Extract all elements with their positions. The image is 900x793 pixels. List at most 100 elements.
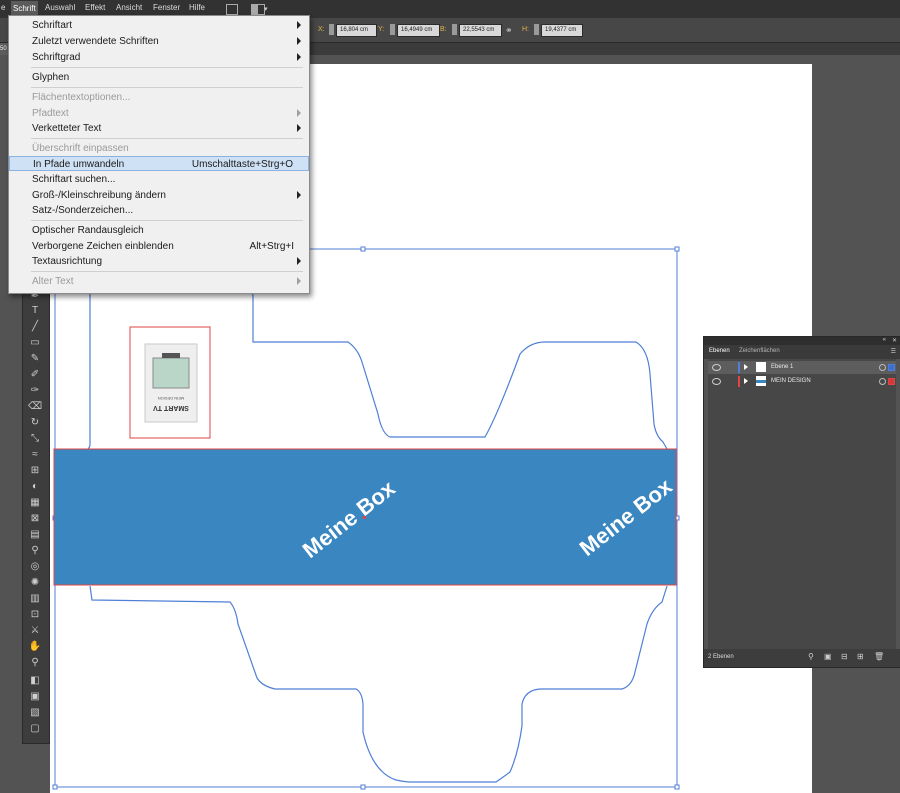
menu-item-verketteter-text[interactable]: Verketteter Text — [9, 121, 309, 136]
h-spinner[interactable] — [534, 24, 539, 35]
clipping-mask-icon[interactable]: ▣ — [824, 653, 832, 661]
x-label: X: — [318, 26, 325, 33]
eyedropper-tool-icon[interactable]: ⚲ — [28, 544, 42, 557]
x-field[interactable]: 16,804 cm — [336, 24, 377, 37]
menu-auswahl[interactable]: Auswahl — [45, 3, 75, 12]
layer-name[interactable]: Ebene 1 — [771, 364, 793, 370]
menu-item-optischer-randausgleich[interactable]: Optischer Randausgleich — [9, 223, 309, 238]
artboard-tool-icon[interactable]: ⊡ — [28, 608, 42, 621]
expand-arrow-icon[interactable] — [744, 378, 748, 384]
w-field[interactable]: 22,5543 cm — [459, 24, 502, 37]
gradient-tool-icon[interactable]: ▤ — [28, 528, 42, 541]
layer-color-bar — [738, 362, 740, 373]
visibility-eye-icon[interactable] — [712, 378, 721, 385]
menu-fenster[interactable]: Fenster — [153, 3, 180, 12]
bridge-icon[interactable] — [226, 4, 238, 15]
default-colors-icon[interactable]: ▣ — [28, 690, 42, 703]
slice-tool-icon[interactable]: ⚔ — [28, 624, 42, 637]
brush-tool-icon[interactable]: ✎ — [28, 352, 42, 365]
menu-item-gross-kleinschreibung[interactable]: Groß-/Kleinschreibung ändern — [9, 188, 309, 203]
menu-item-flaechentextoptionen[interactable]: Flächentextoptionen... — [9, 90, 309, 105]
trash-icon[interactable]: 🗑 — [874, 653, 884, 661]
x-spinner[interactable] — [329, 24, 334, 35]
y-spinner[interactable] — [390, 24, 395, 35]
menu-item-pfadtext[interactable]: Pfadtext — [9, 106, 309, 121]
color-mode-icon[interactable]: ▧ — [28, 706, 42, 719]
menu-item-satz-sonderzeichen[interactable]: Satz-/Sonderzeichen... — [9, 203, 309, 218]
menu-item-schriftgrad[interactable]: Schriftgrad — [9, 50, 309, 65]
screen-mode-icon[interactable]: ▢ — [28, 722, 42, 735]
h-field[interactable]: 19,4377 cm — [541, 24, 583, 37]
blend-tool-icon[interactable]: ◎ — [28, 560, 42, 573]
layer-thumbnail — [756, 362, 766, 372]
scale-tool-icon[interactable]: ⤡ — [28, 432, 42, 445]
menu-item-glyphen[interactable]: Glyphen — [9, 70, 309, 85]
menu-ansicht[interactable]: Ansicht — [116, 3, 142, 12]
selection-indicator[interactable] — [888, 364, 895, 371]
collapse-panel-icon[interactable]: « — [883, 337, 886, 343]
w-label: B: — [440, 26, 447, 33]
menu-item-ueberschrift-einpassen[interactable]: Überschrift einpassen — [9, 141, 309, 156]
menu-item-zuletzt-verwendete-schriften[interactable]: Zuletzt verwendete Schriften — [9, 34, 309, 49]
menu-item-schriftart[interactable]: Schriftart — [9, 18, 309, 33]
layer-row[interactable]: Ebene 1 — [708, 361, 896, 374]
hand-tool-icon[interactable]: ✋ — [28, 640, 42, 653]
selection-indicator[interactable] — [888, 378, 895, 385]
submenu-arrow-icon — [297, 37, 301, 45]
menu-item-schriftart-suchen[interactable]: Schriftart suchen... — [9, 172, 309, 187]
menu-edit[interactable]: e — [1, 3, 5, 12]
selection-handle — [360, 246, 366, 252]
close-icon[interactable]: ✕ — [892, 337, 897, 344]
menu-hilfe[interactable]: Hilfe — [189, 3, 205, 12]
layer-row[interactable]: MEIN DESIGN — [708, 375, 896, 388]
visibility-eye-icon[interactable] — [712, 364, 721, 371]
target-circle-icon[interactable] — [879, 364, 886, 371]
menu-item-textausrichtung[interactable]: Textausrichtung — [9, 254, 309, 269]
new-sublayer-icon[interactable]: ⊟ — [841, 653, 849, 661]
rectangle-tool-icon[interactable]: ▭ — [28, 336, 42, 349]
menu-item-alter-text[interactable]: Alter Text — [9, 274, 309, 289]
mesh-tool-icon[interactable]: ⊠ — [28, 512, 42, 525]
menu-separator — [31, 87, 303, 88]
target-circle-icon[interactable] — [879, 378, 886, 385]
submenu-arrow-icon — [297, 53, 301, 61]
blob-brush-icon[interactable]: ✑ — [28, 384, 42, 397]
submenu-arrow-icon — [297, 109, 301, 117]
tab-ebenen[interactable]: Ebenen — [709, 348, 730, 354]
eraser-tool-icon[interactable]: ⌫ — [28, 400, 42, 413]
layer-name[interactable]: MEIN DESIGN — [771, 378, 811, 384]
graph-tool-icon[interactable]: ▥ — [28, 592, 42, 605]
panel-footer: 2 Ebenen ⚲ ▣ ⊟ ⊞ 🗑 — [704, 649, 900, 667]
warp-tool-icon[interactable]: ≈ — [28, 448, 42, 461]
y-field[interactable]: 16,4949 cm — [397, 24, 440, 37]
menu-item-verborgene-zeichen[interactable]: Verborgene Zeichen einblenden Alt+Strg+I — [9, 239, 309, 254]
shape-builder-icon[interactable]: ◐ — [28, 480, 42, 493]
document-tab[interactable]: 50 — [0, 43, 8, 55]
zoom-tool-icon[interactable]: ⚲ — [28, 656, 42, 669]
layer-count: 2 Ebenen — [708, 654, 734, 660]
symbol-sprayer-icon[interactable]: ✺ — [28, 576, 42, 589]
layers-panel: « ✕ Ebenen Zeichenflächen ☰ Ebene 1 MEIN… — [703, 336, 900, 668]
chevron-down-icon[interactable]: ▾ — [264, 5, 268, 13]
w-spinner[interactable] — [452, 24, 457, 35]
arrange-documents-icon[interactable] — [251, 4, 265, 15]
panel-title-bar[interactable]: « ✕ — [704, 337, 900, 345]
product-label-line1: SMART TV — [153, 404, 189, 411]
tab-zeichenflaechen[interactable]: Zeichenflächen — [739, 348, 780, 354]
line-tool-icon[interactable]: ╱ — [28, 320, 42, 333]
tools-panel: ✒ T ╱ ▭ ✎ ✐ ✑ ⌫ ↻ ⤡ ≈ ⊞ ◐ ▦ ⊠ ▤ ⚲ ◎ ✺ ▥ … — [22, 288, 50, 744]
locate-object-icon[interactable]: ⚲ — [808, 653, 816, 661]
menu-item-in-pfade-umwandeln[interactable]: In Pfade umwandeln Umschalttaste+Strg+O — [9, 156, 309, 171]
layer-color-bar — [738, 376, 740, 387]
pencil-tool-icon[interactable]: ✐ — [28, 368, 42, 381]
type-tool-icon[interactable]: T — [28, 304, 42, 317]
perspective-grid-icon[interactable]: ▦ — [28, 496, 42, 509]
new-layer-icon[interactable]: ⊞ — [857, 653, 865, 661]
expand-arrow-icon[interactable] — [744, 364, 748, 370]
fill-stroke-icon[interactable]: ◧ — [28, 674, 42, 687]
menu-effekt[interactable]: Effekt — [85, 3, 105, 12]
rotate-tool-icon[interactable]: ↻ — [28, 416, 42, 429]
free-transform-icon[interactable]: ⊞ — [28, 464, 42, 477]
panel-menu-icon[interactable]: ☰ — [891, 348, 896, 355]
constrain-proportions-icon[interactable]: ⚭ — [505, 25, 513, 36]
